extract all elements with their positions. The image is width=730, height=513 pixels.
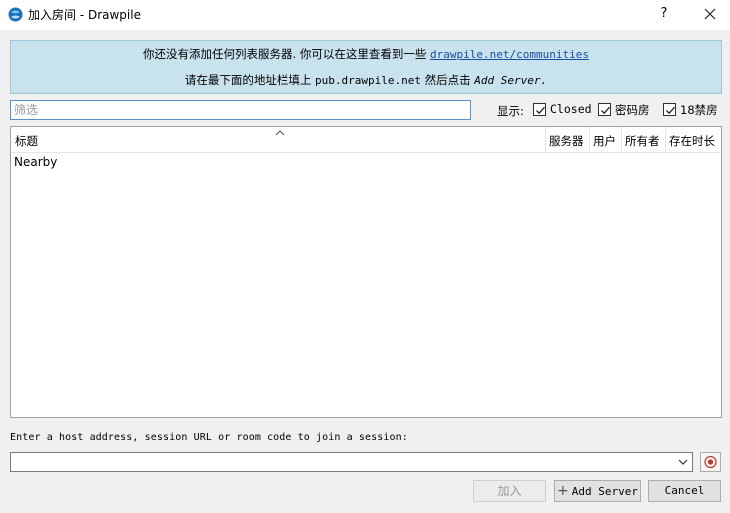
info-see-here-text: 你可以在这里查看到一些 [296, 47, 430, 61]
column-header-server[interactable]: 服务器 [549, 133, 584, 149]
column-header-title[interactable]: 标题 [15, 133, 38, 149]
column-divider[interactable] [589, 127, 590, 153]
plus-icon: + [557, 483, 569, 499]
show-nsfm-checkbox[interactable]: 18禁房 [663, 102, 723, 118]
add-server-button[interactable]: + Add Server [554, 480, 641, 502]
show-password-checkbox[interactable]: 密码房 [598, 102, 658, 118]
drawpile-app-icon [8, 7, 23, 22]
checkbox-checked-icon [663, 103, 676, 116]
join-button[interactable]: 加入 [473, 480, 546, 502]
host-address-combo[interactable] [10, 452, 693, 472]
column-header-users[interactable]: 用户 [593, 133, 616, 149]
info-panel: 你还没有添加任何列表服务器. 你可以在这里查看到一些 drawpile.net/… [10, 40, 722, 94]
recording-button[interactable] [700, 452, 721, 472]
title-bar: 加入房间 - Drawpile ? [0, 0, 730, 30]
window-title: 加入房间 - Drawpile [28, 8, 141, 22]
column-divider[interactable] [621, 127, 622, 153]
filter-input[interactable] [10, 100, 471, 120]
communities-link[interactable]: drawpile.net/communities [430, 48, 589, 61]
info-instruction-text: 请在最下面的地址栏填上 [184, 73, 315, 87]
column-header-owner[interactable]: 所有者 [625, 133, 660, 149]
info-then-click-text: 然后点击 [420, 73, 475, 87]
show-closed-checkbox[interactable]: Closed [533, 102, 593, 118]
column-divider[interactable] [665, 127, 666, 153]
column-divider[interactable] [545, 127, 546, 153]
sort-ascending-icon [275, 126, 285, 136]
info-no-servers-text: 你还没有添加任何列表服务器. [143, 47, 297, 61]
show-nsfm-label: 18禁房 [680, 103, 718, 117]
add-server-label: Add Server [571, 485, 638, 498]
info-server-address: pub.drawpile.net [315, 74, 421, 87]
help-button[interactable]: ? [652, 3, 676, 25]
show-label: 显示: [497, 104, 524, 118]
show-closed-label: Closed [550, 102, 592, 116]
host-address-input[interactable] [11, 453, 671, 471]
row-title: Nearby [14, 155, 58, 169]
info-add-server-text: Add Server. [474, 74, 548, 87]
table-row[interactable]: Nearby [11, 154, 721, 174]
info-line-2: 请在最下面的地址栏填上 pub.drawpile.net 然后点击 Add Se… [11, 72, 721, 88]
host-address-label: Enter a host address, session URL or roo… [10, 432, 408, 443]
cancel-button[interactable]: Cancel [648, 480, 721, 502]
column-header-age[interactable]: 存在时长 [669, 133, 715, 149]
show-password-label: 密码房 [615, 103, 650, 117]
session-list[interactable]: 标题 服务器 用户 所有者 存在时长 Nearby [10, 126, 722, 418]
checkbox-checked-icon [533, 103, 546, 116]
info-line-1: 你还没有添加任何列表服务器. 你可以在这里查看到一些 drawpile.net/… [11, 46, 721, 62]
close-icon [704, 8, 716, 20]
close-button[interactable] [697, 3, 723, 25]
table-header: 标题 服务器 用户 所有者 存在时长 [11, 127, 721, 153]
record-icon [704, 455, 717, 469]
checkbox-checked-icon [598, 103, 611, 116]
chevron-down-icon[interactable] [676, 456, 690, 468]
